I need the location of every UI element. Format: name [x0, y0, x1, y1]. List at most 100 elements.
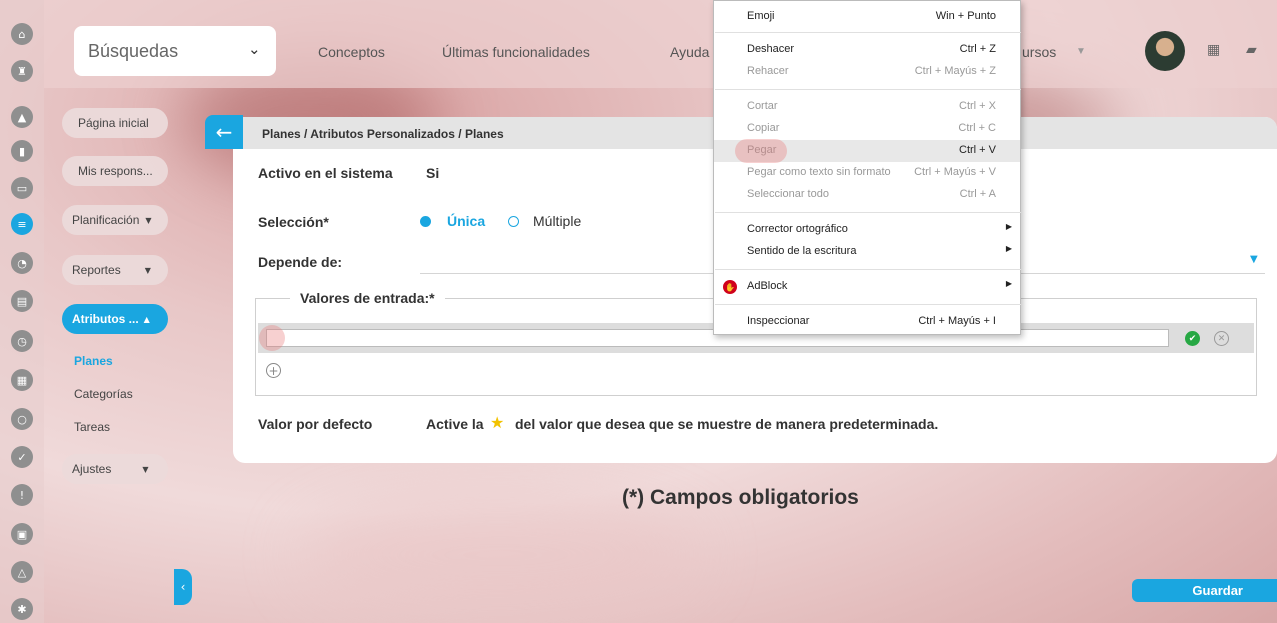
- valores-legend: Valores de entrada:*: [290, 290, 445, 306]
- activo-label: Activo en el sistema: [258, 165, 393, 181]
- menu-label: Página inicial: [78, 116, 149, 130]
- cancel-x-icon[interactable]: ✕: [1214, 331, 1229, 346]
- ctx-copiar[interactable]: Copiar Ctrl + C: [714, 118, 1020, 140]
- menu-label: Planificación: [72, 213, 140, 227]
- warning-icon[interactable]: !: [11, 484, 33, 506]
- menu-pagina-inicial[interactable]: Página inicial: [62, 108, 168, 138]
- collapse-sidebar-button[interactable]: ‹: [174, 569, 192, 605]
- check-icon[interactable]: ✓: [11, 446, 33, 468]
- ctx-emoji[interactable]: Emoji Win + Punto: [714, 6, 1020, 28]
- folder-icon[interactable]: ▰: [1246, 42, 1257, 58]
- nav-ultimas-funcionalidades[interactable]: Últimas funcionalidades: [442, 44, 590, 60]
- triangle-icon[interactable]: ▲: [11, 106, 33, 128]
- chevron-up-icon: ▲: [143, 314, 150, 324]
- save-button[interactable]: Guardar: [1132, 579, 1277, 602]
- submenu-categorias[interactable]: Categorías: [74, 387, 133, 401]
- ctx-divider: [715, 89, 1021, 90]
- ctx-shortcut: Ctrl + Z: [959, 43, 996, 55]
- menu-label: Mis respons...: [78, 164, 153, 178]
- menu-mis-respons[interactable]: Mis respons...: [62, 156, 168, 186]
- submenu-planes[interactable]: Planes: [74, 354, 113, 368]
- home-icon[interactable]: ⌂: [11, 23, 33, 45]
- add-plus-icon[interactable]: +: [266, 363, 281, 378]
- ctx-divider: [715, 32, 1021, 33]
- ctx-inspeccionar[interactable]: Inspeccionar Ctrl + Mayús + I: [714, 311, 1020, 333]
- clock-icon[interactable]: ◷: [11, 330, 33, 352]
- depende-label: Depende de:: [258, 254, 343, 270]
- ctx-divider: [715, 269, 1021, 270]
- settings-icon[interactable]: ✱: [11, 598, 33, 620]
- option-unica-label: Única: [447, 213, 486, 229]
- ctx-shortcut: Ctrl + Mayús + I: [918, 315, 996, 327]
- plans-icon[interactable]: ≡: [11, 213, 33, 235]
- search-label: Búsquedas: [88, 40, 179, 61]
- star-icon: ★: [490, 413, 505, 432]
- menu-ajustes[interactable]: Ajustes ▼: [62, 454, 168, 484]
- valor-defecto-label: Valor por defecto: [258, 416, 373, 432]
- cycle-icon[interactable]: ○: [11, 408, 33, 430]
- radio-unica[interactable]: [420, 216, 431, 227]
- submenu-tareas[interactable]: Tareas: [74, 420, 110, 434]
- ctx-label: Inspeccionar: [747, 315, 810, 327]
- ctx-cortar[interactable]: Cortar Ctrl + X: [714, 96, 1020, 118]
- valor-defecto-text-b: del valor que desea que se muestre de ma…: [515, 416, 939, 432]
- chart-icon[interactable]: ▮: [11, 140, 33, 162]
- option-multiple-label: Múltiple: [533, 213, 582, 229]
- tower-icon[interactable]: ♜: [11, 60, 33, 82]
- seleccion-label: Selección*: [258, 214, 329, 230]
- avatar[interactable]: [1145, 31, 1185, 71]
- required-fields-note: (*) Campos obligatorios: [622, 486, 859, 509]
- background-blur: [300, 500, 700, 610]
- chevron-down-icon: ⌄: [248, 40, 261, 58]
- ctx-label: Corrector ortográfico: [747, 223, 848, 235]
- chevron-down-icon[interactable]: ▼: [1076, 46, 1086, 57]
- nav-cursos[interactable]: ursos: [1022, 44, 1056, 60]
- ctx-seleccionar-todo[interactable]: Seleccionar todo Ctrl + A: [714, 184, 1020, 206]
- menu-planificacion[interactable]: Planificación ▼: [62, 205, 168, 235]
- nav-conceptos[interactable]: Conceptos: [318, 44, 385, 60]
- ctx-corrector[interactable]: Corrector ortográfico ▶: [714, 219, 1020, 241]
- click-highlight: [259, 325, 285, 351]
- valor-defecto-text-a: Active la: [426, 416, 484, 432]
- ctx-adblock[interactable]: ✋ AdBlock ▶: [714, 276, 1020, 298]
- calendar-icon[interactable]: ▦: [1207, 42, 1220, 58]
- calendar-icon[interactable]: ▣: [11, 523, 33, 545]
- submenu-arrow-icon: ▶: [1005, 244, 1012, 253]
- ctx-shortcut: Ctrl + A: [959, 188, 996, 200]
- ctx-sentido[interactable]: Sentido de la escritura ▶: [714, 241, 1020, 263]
- ctx-shortcut: Ctrl + Mayús + V: [914, 166, 996, 178]
- icon-rail: ⌂ ♜ ▲ ▮ ▭ ≡ ◔ ▤ ◷ ▦ ○ ✓ ! ▣ △ ✱: [0, 0, 44, 623]
- chevron-down-icon[interactable]: ▼: [1250, 254, 1258, 265]
- menu-atributos[interactable]: Atributos ... ▲: [62, 304, 168, 334]
- nav-ayuda[interactable]: Ayuda: [670, 44, 709, 60]
- folder-icon[interactable]: ▤: [11, 290, 33, 312]
- breadcrumb: Planes / Atributos Personalizados / Plan…: [262, 127, 504, 141]
- adblock-icon: ✋: [723, 280, 737, 294]
- ctx-pegar-sin-formato[interactable]: Pegar como texto sin formato Ctrl + Mayús…: [714, 162, 1020, 184]
- ctx-rehacer[interactable]: Rehacer Ctrl + Mayús + Z: [714, 61, 1020, 83]
- ctx-deshacer[interactable]: Deshacer Ctrl + Z: [714, 39, 1020, 61]
- presentation-icon[interactable]: ▭: [11, 177, 33, 199]
- ctx-label: Copiar: [747, 122, 780, 134]
- chevron-down-icon: ▼: [144, 265, 151, 275]
- menu-reportes[interactable]: Reportes ▼: [62, 255, 168, 285]
- document-icon[interactable]: ▦: [11, 369, 33, 391]
- ctx-shortcut: Ctrl + X: [959, 100, 996, 112]
- pie-icon[interactable]: ◔: [11, 252, 33, 274]
- menu-label: Ajustes: [72, 462, 112, 476]
- menu-label: Atributos ...: [72, 312, 139, 326]
- ctx-label: Rehacer: [747, 65, 789, 77]
- search-dropdown[interactable]: Búsquedas ⌄: [74, 26, 276, 76]
- submenu-arrow-icon: ▶: [1005, 222, 1012, 231]
- ctx-label: Seleccionar todo: [747, 188, 829, 200]
- ctx-shortcut: Win + Punto: [935, 10, 996, 22]
- chevron-down-icon: ▼: [145, 215, 152, 225]
- ctx-label: Emoji: [747, 10, 775, 22]
- network-icon[interactable]: △: [11, 561, 33, 583]
- ctx-divider: [715, 212, 1021, 213]
- radio-multiple[interactable]: [508, 216, 519, 227]
- back-arrow-icon[interactable]: ←: [205, 115, 243, 149]
- ctx-label: Deshacer: [747, 43, 795, 55]
- context-menu: Emoji Win + Punto Deshacer Ctrl + Z Rehace…: [713, 0, 1021, 335]
- confirm-check-icon[interactable]: ✔: [1185, 331, 1200, 346]
